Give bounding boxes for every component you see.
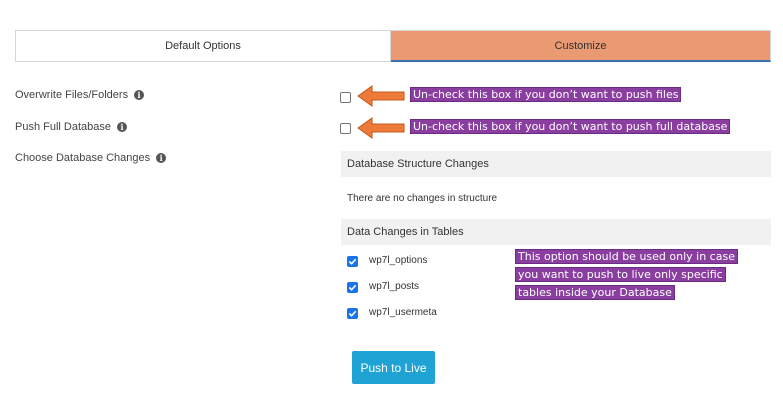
info-icon[interactable]: i <box>156 153 167 163</box>
table-name: wp7l_posts <box>369 281 420 292</box>
info-icon[interactable]: i <box>117 122 127 132</box>
tab-customize[interactable]: Customize <box>391 30 771 62</box>
structure-changes-message: There are no changes in structure <box>347 193 498 204</box>
push-full-database-label: Push Full Database <box>15 121 111 133</box>
callout-tables: This option should be used only in case … <box>516 250 737 299</box>
tab-default-options[interactable]: Default Options <box>15 30 391 62</box>
overwrite-files-option: Overwrite Files/Folders i <box>15 89 145 101</box>
choose-database-changes-option: Choose Database Changes i <box>15 152 167 164</box>
structure-changes-heading: Database Structure Changes <box>341 151 771 177</box>
table-checkbox-options[interactable] <box>347 256 358 267</box>
callout-files: Un-check this box if you don’t want to p… <box>411 88 681 101</box>
push-full-database-checkbox[interactable] <box>340 123 351 134</box>
arrow-left-icon <box>357 117 405 139</box>
push-to-live-button[interactable]: Push to Live <box>352 351 435 384</box>
callout-database: Un-check this box if you don’t want to p… <box>411 120 730 133</box>
overwrite-files-label: Overwrite Files/Folders <box>15 89 129 101</box>
info-icon[interactable]: i <box>134 90 145 100</box>
choose-database-changes-label: Choose Database Changes <box>15 152 151 164</box>
data-changes-heading: Data Changes in Tables <box>341 219 771 245</box>
table-name: wp7l_usermeta <box>369 307 437 318</box>
push-full-database-option: Push Full Database i <box>15 121 127 133</box>
overwrite-files-checkbox[interactable] <box>340 92 351 103</box>
table-checkbox-usermeta[interactable] <box>347 308 358 319</box>
arrow-left-icon <box>357 85 405 107</box>
table-checkbox-posts[interactable] <box>347 282 358 293</box>
table-name: wp7l_options <box>369 255 428 266</box>
options-tabs: Default Options Customize <box>15 30 771 62</box>
